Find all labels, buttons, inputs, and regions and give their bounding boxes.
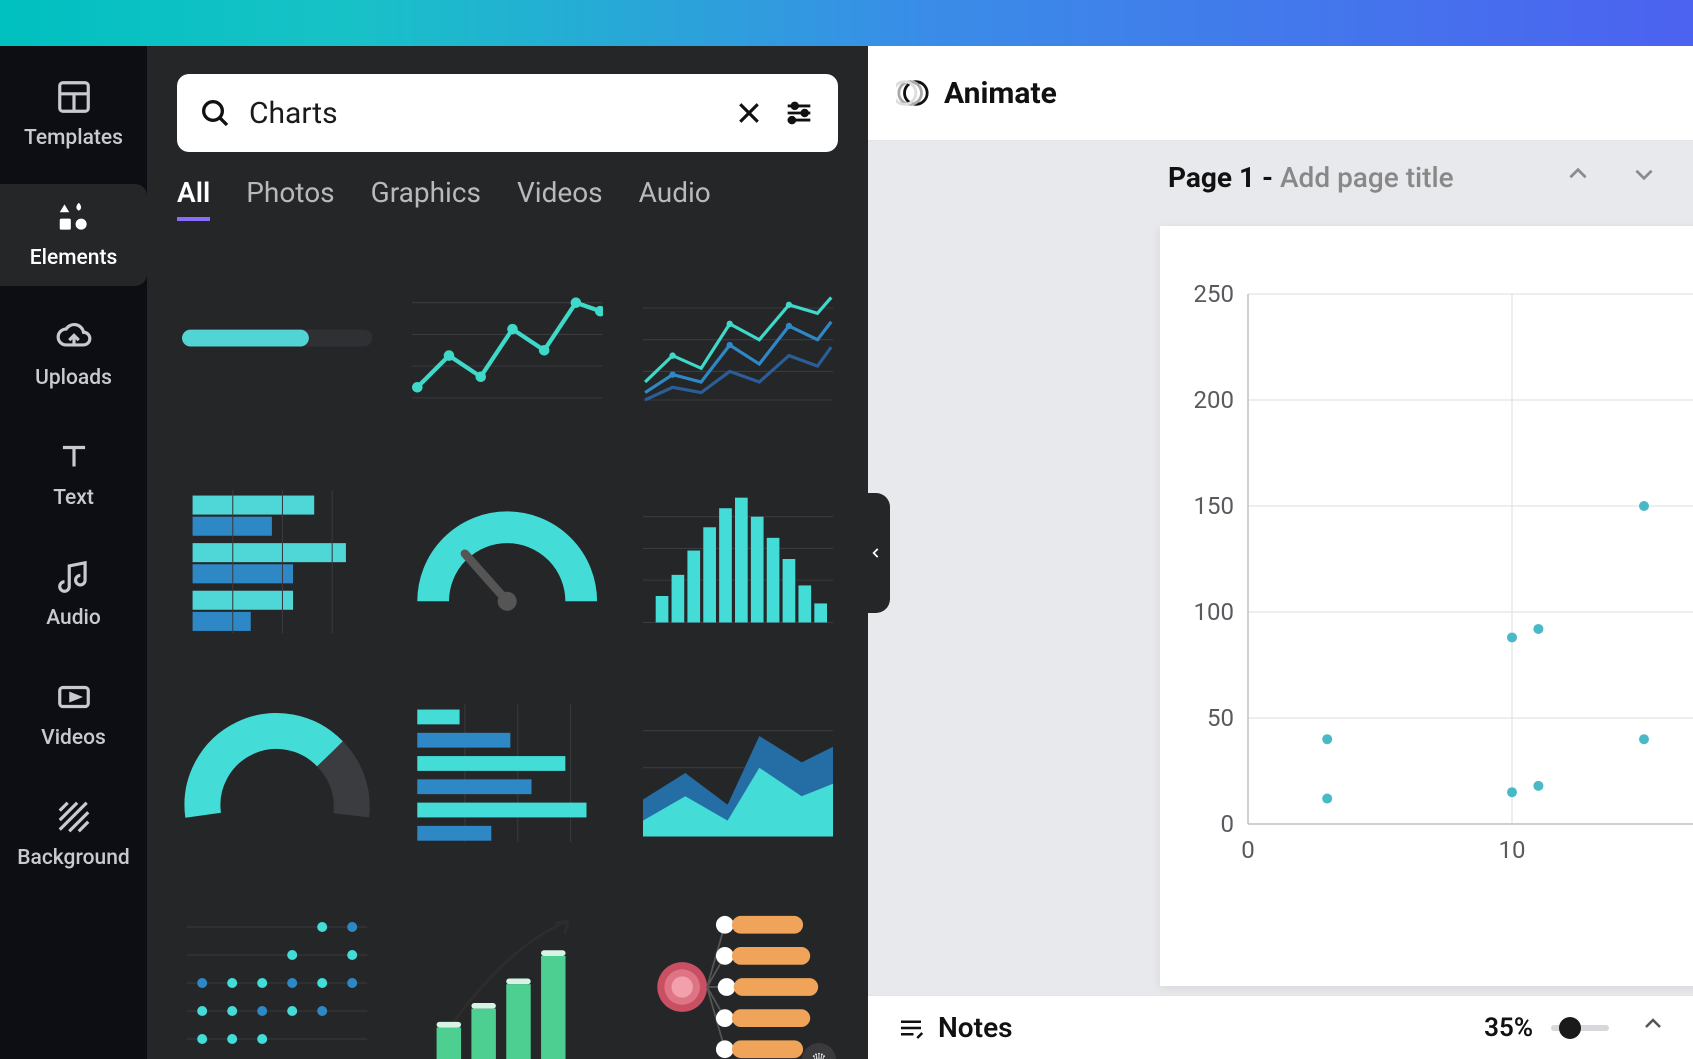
page-title-area[interactable]: Page 1 - Add page title (1168, 161, 1454, 194)
rail-label: Background (17, 846, 129, 870)
svg-text:50: 50 (1207, 704, 1234, 732)
rail-uploads[interactable]: Uploads (0, 304, 147, 406)
elements-icon (55, 198, 93, 236)
page-expand-icon[interactable] (1623, 157, 1665, 198)
svg-text:100: 100 (1194, 598, 1234, 626)
svg-text:250: 250 (1194, 284, 1234, 308)
result-hbar[interactable] (169, 459, 385, 659)
search-box (177, 74, 838, 152)
animate-button[interactable]: Animate (896, 76, 1057, 111)
rail-templates[interactable]: Templates (0, 64, 147, 166)
rail-label: Audio (46, 606, 101, 630)
scatter-chart[interactable]: 01020050100150200250 (1178, 284, 1693, 874)
search-wrap (147, 46, 868, 166)
rail-label: Templates (24, 126, 123, 150)
result-histogram[interactable] (630, 459, 846, 659)
result-bracket-labels[interactable]: ♛ (630, 887, 846, 1059)
result-dot-grid[interactable] (169, 887, 385, 1059)
filter-tab-photos[interactable]: Photos (246, 176, 334, 221)
left-rail: Templates Elements Uploads Text (0, 46, 147, 1059)
filter-sliders-icon[interactable] (782, 96, 816, 130)
result-teal-line[interactable] (399, 245, 615, 445)
page-collapse-icon[interactable] (1557, 157, 1599, 198)
footer-bar: Notes 35% (868, 995, 1693, 1059)
svg-text:10: 10 (1499, 836, 1526, 864)
notes-label: Notes (938, 1011, 1013, 1044)
add-page-title-placeholder: Add page title (1280, 161, 1454, 194)
result-area[interactable] (630, 673, 846, 873)
animate-icon (896, 76, 930, 110)
svg-text:200: 200 (1194, 386, 1234, 414)
page-header: Page 1 - Add page title (868, 141, 1693, 204)
rail-audio[interactable]: Audio (0, 544, 147, 646)
rail-label: Text (53, 486, 94, 510)
text-icon (55, 438, 93, 476)
uploads-icon (55, 318, 93, 356)
svg-text:0: 0 (1241, 836, 1255, 864)
animate-label: Animate (944, 76, 1057, 111)
result-multi-line[interactable] (630, 245, 846, 445)
rail-text[interactable]: Text (0, 424, 147, 526)
rail-videos[interactable]: Videos (0, 664, 147, 766)
rail-background[interactable]: Background (0, 784, 147, 886)
canvas-side: Animate Page 1 - Add page title 0 10 200 50… (868, 46, 1693, 1059)
notes-icon (896, 1013, 926, 1043)
filter-tabs: All Photos Graphics Videos Audio (147, 166, 868, 239)
top-gradient-bar (0, 0, 1693, 46)
filter-tab-videos[interactable]: Videos (517, 176, 603, 221)
zoom-slider[interactable] (1551, 1025, 1609, 1031)
results-grid: ♛ (147, 239, 868, 1059)
main-area: Templates Elements Uploads Text (0, 46, 1693, 1059)
search-icon (199, 97, 231, 129)
svg-text:150: 150 (1194, 492, 1234, 520)
filter-tab-graphics[interactable]: Graphics (371, 176, 481, 221)
result-half-donut[interactable] (169, 673, 385, 873)
search-input[interactable] (249, 96, 716, 131)
svg-text:0: 0 (1221, 810, 1235, 838)
clear-icon[interactable] (734, 98, 764, 128)
result-bar-arrow[interactable] (399, 887, 615, 1059)
canvas-page[interactable]: 01020050100150200250 (1160, 226, 1693, 986)
expand-up-icon[interactable] (1641, 1012, 1665, 1043)
notes-button[interactable]: Notes (896, 1011, 1013, 1044)
rail-label: Uploads (35, 366, 112, 390)
zoom-control: 35% (1484, 1012, 1665, 1043)
zoom-thumb[interactable] (1559, 1017, 1581, 1039)
rail-label: Videos (41, 726, 106, 750)
videos-icon (55, 678, 93, 716)
top-toolbar: Animate (868, 46, 1693, 141)
result-progress-pill[interactable] (169, 245, 385, 445)
filter-tab-audio[interactable]: Audio (639, 176, 711, 221)
filter-tab-all[interactable]: All (177, 176, 210, 221)
background-icon (55, 798, 93, 836)
rail-label: Elements (30, 246, 118, 270)
canvas-viewport[interactable]: 01020050100150200250 (868, 204, 1693, 995)
page-number: Page 1 (1168, 161, 1255, 194)
page-separator: - (1255, 161, 1280, 194)
app-root: Templates Elements Uploads Text (0, 0, 1693, 1059)
zoom-value[interactable]: 35% (1484, 1013, 1533, 1043)
elements-panel: All Photos Graphics Videos Audio (147, 46, 868, 1059)
audio-icon (55, 558, 93, 596)
result-gauge[interactable] (399, 459, 615, 659)
result-hbar-2[interactable] (399, 673, 615, 873)
rail-elements[interactable]: Elements (0, 184, 147, 286)
templates-icon (55, 78, 93, 116)
